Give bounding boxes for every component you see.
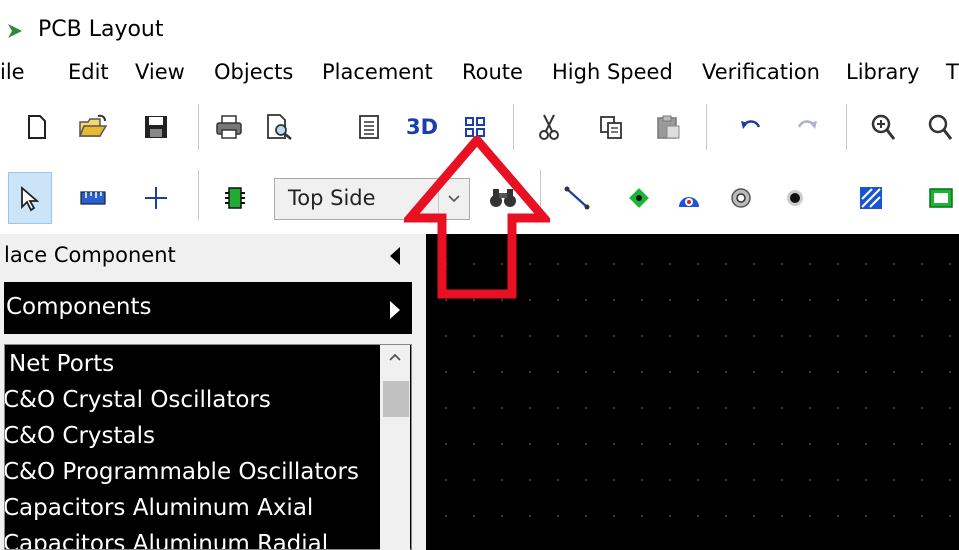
toolbar-separator <box>846 104 847 150</box>
menu-placement[interactable]: Placement <box>322 60 433 84</box>
save-icon[interactable] <box>141 112 171 142</box>
menu-edit[interactable]: Edit <box>68 60 109 84</box>
toolbar-separator <box>198 170 199 220</box>
list-item[interactable]: C&O Crystals <box>5 423 155 449</box>
polygon-fill-icon[interactable] <box>856 183 886 213</box>
pad-round-icon[interactable] <box>726 183 756 213</box>
list-item[interactable]: Capacitors Aluminum Radial <box>5 531 328 549</box>
undo-icon[interactable] <box>736 112 766 142</box>
zoom-in-icon[interactable] <box>868 112 898 142</box>
components-section-label: Components <box>6 294 152 320</box>
app-icon <box>8 24 22 38</box>
paste-icon[interactable] <box>654 112 684 142</box>
panel-title: lace Component <box>4 243 176 267</box>
via-icon[interactable] <box>780 183 810 213</box>
select-tool-button[interactable] <box>8 172 52 224</box>
menu-route[interactable]: Route <box>462 60 523 84</box>
redo-icon[interactable] <box>792 112 822 142</box>
menu-high-speed[interactable]: High Speed <box>552 60 673 84</box>
list-item[interactable]: Capacitors Aluminum Axial <box>5 495 313 521</box>
component-icon[interactable] <box>220 183 250 213</box>
pad-square-icon[interactable] <box>624 183 654 213</box>
scroll-up-icon[interactable] <box>384 347 406 367</box>
menu-verification[interactable]: Verification <box>702 60 820 84</box>
route-trace-icon[interactable] <box>562 183 592 213</box>
annotation-arrow-icon <box>404 136 550 299</box>
report-icon[interactable] <box>354 112 384 142</box>
menu-tools[interactable]: T <box>946 60 959 84</box>
toolbar-separator <box>706 104 707 150</box>
copper-pour-icon[interactable] <box>926 183 956 213</box>
zoom-fit-icon[interactable] <box>925 112 955 142</box>
list-item[interactable]: Net Ports <box>9 351 114 377</box>
list-item[interactable]: C&O Crystal Oscillators <box>5 387 271 413</box>
measure-icon[interactable] <box>78 183 108 213</box>
menu-library[interactable]: Library <box>846 60 919 84</box>
board-side-select-value: Top Side <box>288 186 376 210</box>
list-item[interactable]: C&O Programmable Oscillators <box>5 459 359 485</box>
menu-view[interactable]: View <box>135 60 185 84</box>
menu-objects[interactable]: Objects <box>214 60 293 84</box>
pad-arc-icon[interactable] <box>674 183 704 213</box>
window-title: PCB Layout <box>38 17 164 42</box>
expand-arrow-icon[interactable] <box>388 300 402 320</box>
component-library-list: Net Ports C&O Crystal Oscillators C&O Cr… <box>4 344 412 550</box>
print-icon[interactable] <box>214 112 244 142</box>
open-folder-icon[interactable] <box>78 112 108 142</box>
toolbar-separator <box>198 104 199 150</box>
crosshair-icon[interactable] <box>141 183 171 213</box>
menu-file[interactable]: ile <box>0 60 25 84</box>
new-file-icon[interactable] <box>22 112 52 142</box>
print-preview-icon[interactable] <box>264 112 294 142</box>
panel-collapse-icon[interactable] <box>388 246 402 266</box>
copy-icon[interactable] <box>596 112 626 142</box>
list-scrollbar[interactable] <box>380 345 410 550</box>
scrollbar-thumb[interactable] <box>383 381 409 417</box>
